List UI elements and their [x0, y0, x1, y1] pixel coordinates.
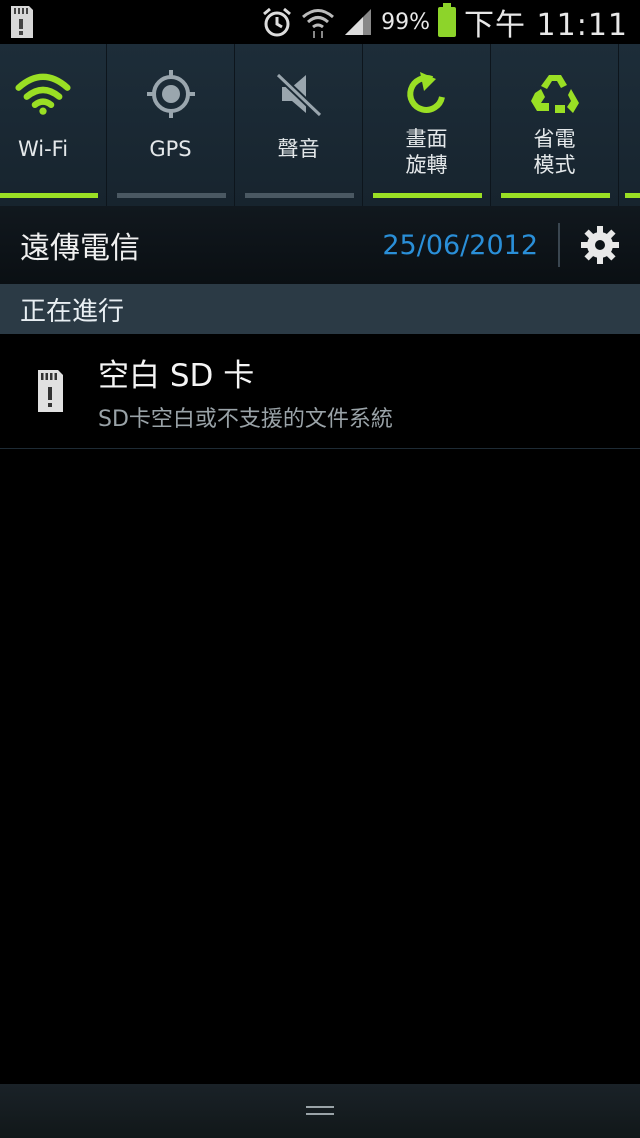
qs-gps[interactable]: GPS — [107, 44, 235, 206]
sd-card-notification-icon — [38, 370, 63, 412]
battery-percent: 99% — [381, 9, 430, 35]
quick-settings: Wi-Fi GPS 聲音 畫面 旋轉 省電 模式 — [0, 44, 640, 206]
qs-power-saving-label: 省電 模式 — [533, 127, 576, 177]
qs-overflow-tile[interactable] — [619, 44, 640, 206]
sound-off-icon — [275, 72, 322, 118]
gps-icon — [146, 70, 195, 118]
carrier-row: 遠傳電信 25/06/2012 — [0, 206, 640, 284]
qs-wifi-indicator — [0, 193, 98, 198]
carrier-name: 遠傳電信 — [20, 231, 140, 266]
qs-rotation-label: 畫面 旋轉 — [405, 127, 448, 177]
status-left — [0, 5, 34, 39]
ongoing-section-header: 正在進行 — [0, 284, 640, 334]
battery-icon — [438, 3, 456, 37]
status-right: 99% 下午 11:11 — [261, 0, 640, 44]
qs-power-saving-indicator — [501, 193, 610, 198]
sd-card-icon — [11, 6, 33, 38]
qs-sound-indicator — [245, 193, 354, 198]
qs-gps-label: GPS — [149, 137, 192, 161]
gear-icon — [581, 226, 619, 264]
date-text: 25/06/2012 — [382, 229, 538, 261]
handle-icon — [306, 1106, 334, 1115]
clock: 下午 11:11 — [464, 8, 628, 43]
notification-text: 空白 SD 卡 SD卡空白或不支援的文件系統 — [98, 350, 393, 433]
qs-overflow-indicator — [625, 193, 640, 198]
qs-rotation-indicator — [373, 193, 482, 198]
settings-button[interactable] — [580, 225, 620, 265]
notification-title: 空白 SD 卡 — [98, 357, 255, 394]
panel-drag-handle[interactable] — [0, 1084, 640, 1138]
alarm-icon — [263, 7, 292, 37]
rotate-icon — [406, 72, 445, 113]
notification-sd-card[interactable]: 空白 SD 卡 SD卡空白或不支援的文件系統 — [0, 334, 640, 449]
qs-rotation[interactable]: 畫面 旋轉 — [363, 44, 491, 206]
divider — [558, 223, 560, 267]
recycle-icon — [530, 75, 579, 113]
section-title: 正在進行 — [20, 296, 125, 327]
wifi-status-icon — [302, 9, 335, 38]
qs-wifi-label: Wi-Fi — [17, 137, 69, 161]
wifi-icon — [15, 73, 71, 115]
qs-sound-label: 聲音 — [277, 137, 320, 161]
qs-gps-indicator — [117, 193, 226, 198]
status-bar: 99% 下午 11:11 — [0, 0, 640, 44]
qs-wifi[interactable]: Wi-Fi — [0, 44, 107, 206]
signal-icon — [345, 9, 372, 35]
notification-subtitle: SD卡空白或不支援的文件系統 — [98, 406, 393, 432]
qs-sound[interactable]: 聲音 — [235, 44, 363, 206]
qs-power-saving[interactable]: 省電 模式 — [491, 44, 619, 206]
